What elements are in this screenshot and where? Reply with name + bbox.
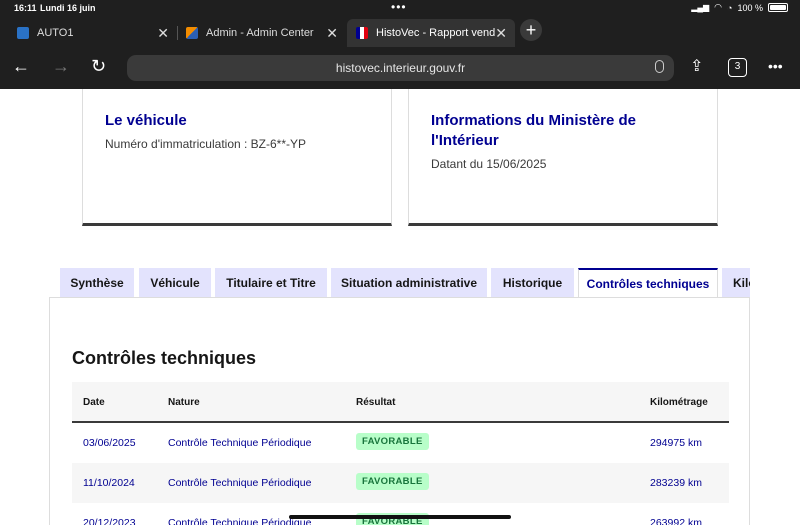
forward-arrow-icon[interactable]: → xyxy=(52,56,70,77)
url-text: histovec.interieur.gouv.fr xyxy=(335,61,466,75)
controls-table: Date Nature Résultat Kilométrage 03/06/2… xyxy=(72,382,729,525)
status-indicators: ▂▄▆ ◠ ◔ 100 % xyxy=(691,2,788,13)
tab-historique[interactable]: Historique xyxy=(491,268,574,297)
tab-controles-techniques[interactable]: Contrôles techniques xyxy=(578,268,718,298)
status-date: Lundi 16 juin xyxy=(40,3,96,13)
controls-panel: Contrôles techniques Date Nature Résulta… xyxy=(49,297,750,525)
histovec-favicon-icon xyxy=(356,27,368,39)
close-tab-icon[interactable]: ✕ xyxy=(326,25,338,42)
ministry-card-title: Informations du Ministère de l'Intérieur xyxy=(431,112,637,149)
auto1-favicon-icon xyxy=(17,27,29,39)
table-row: 20/12/2023 Contrôle Technique Périodique… xyxy=(72,503,729,525)
close-tab-icon[interactable]: ✕ xyxy=(495,25,507,42)
tab-title: Admin - Admin Center xyxy=(206,27,314,39)
vehicle-card: Le véhicule Numéro d'immatriculation : B… xyxy=(82,89,392,226)
cell-date: 20/12/2023 xyxy=(83,517,136,525)
reload-icon[interactable]: ↻ xyxy=(91,56,106,77)
browser-tab-strip: AUTO1 ✕ Admin - Admin Center ✕ HistoVec … xyxy=(0,19,800,47)
cell-date: 03/06/2025 xyxy=(83,437,136,449)
cell-date: 11/10/2024 xyxy=(83,477,135,489)
plate-number-text: Numéro d'immatriculation : BZ-6**-YP xyxy=(105,137,307,151)
tab-titulaire[interactable]: Titulaire et Titre xyxy=(215,268,327,297)
cell-nature: Contrôle Technique Périodique xyxy=(168,477,312,489)
header-km: Kilométrage xyxy=(650,397,708,408)
more-menu-icon[interactable]: ••• xyxy=(768,58,783,74)
cell-nature: Contrôle Technique Périodique xyxy=(168,437,312,449)
microphone-icon[interactable] xyxy=(655,60,664,73)
cell-km: 263992 km xyxy=(650,517,702,525)
cell-km: 294975 km xyxy=(650,437,702,449)
back-arrow-icon[interactable]: ← xyxy=(12,56,30,77)
tab-vehicule[interactable]: Véhicule xyxy=(139,268,211,297)
battery-icon xyxy=(768,3,788,12)
multitask-dots-icon[interactable]: ••• xyxy=(391,0,407,14)
table-row: 11/10/2024 Contrôle Technique Périodique… xyxy=(72,463,729,503)
cell-km: 283239 km xyxy=(650,477,702,489)
tab-title: HistoVec - Rapport vend xyxy=(376,27,496,39)
tab-overview-button[interactable]: 3 xyxy=(728,58,747,77)
header-result: Résultat xyxy=(356,397,396,408)
page-content: Le véhicule Numéro d'immatriculation : B… xyxy=(0,89,800,525)
tab-situation-administrative[interactable]: Situation administrative xyxy=(331,268,487,297)
browser-tab-admin[interactable]: Admin - Admin Center ✕ xyxy=(178,19,346,47)
vehicle-card-title: Le véhicule xyxy=(105,112,187,129)
table-row: 03/06/2025 Contrôle Technique Périodique… xyxy=(72,423,729,463)
status-bar: 16:11 Lundi 16 juin ••• ▂▄▆ ◠ ◔ 100 % xyxy=(0,0,800,18)
status-time: 16:11 xyxy=(14,3,37,13)
result-badge: FAVORABLE xyxy=(356,473,429,490)
share-icon[interactable]: ⇪ xyxy=(690,56,703,76)
signal-icon: ▂▄▆ xyxy=(691,3,710,12)
browser-tab-histovec[interactable]: HistoVec - Rapport vend ✕ xyxy=(347,19,515,47)
browser-tab-auto1[interactable]: AUTO1 ✕ xyxy=(0,19,177,47)
header-date: Date xyxy=(83,397,105,408)
new-tab-button[interactable]: + xyxy=(520,19,542,41)
browser-chrome: 16:11 Lundi 16 juin ••• ▂▄▆ ◠ ◔ 100 % AU… xyxy=(0,0,800,89)
admin-favicon-icon xyxy=(186,27,198,39)
close-tab-icon[interactable]: ✕ xyxy=(157,25,169,42)
table-header: Date Nature Résultat Kilométrage xyxy=(72,382,729,423)
result-badge: FAVORABLE xyxy=(356,433,429,450)
wifi-icon: ◠ xyxy=(714,2,723,12)
ministry-card: Informations du Ministère de l'Intérieur… xyxy=(408,89,718,226)
tab-title: AUTO1 xyxy=(37,27,74,39)
controls-title: Contrôles techniques xyxy=(72,348,257,368)
home-indicator[interactable] xyxy=(289,515,511,519)
tab-kilometrage[interactable]: Kilométrage xyxy=(722,268,750,297)
tab-synthese[interactable]: Synthèse xyxy=(60,268,134,297)
focus-icon: ◔ xyxy=(727,2,733,13)
battery-percent: 100 % xyxy=(737,2,763,13)
address-bar[interactable]: histovec.interieur.gouv.fr xyxy=(127,55,674,81)
ministry-date-text: Datant du 15/06/2025 xyxy=(431,157,547,171)
browser-toolbar: ← → ↻ histovec.interieur.gouv.fr ⇪ 3 ••• xyxy=(0,48,800,88)
header-nature: Nature xyxy=(168,397,200,408)
